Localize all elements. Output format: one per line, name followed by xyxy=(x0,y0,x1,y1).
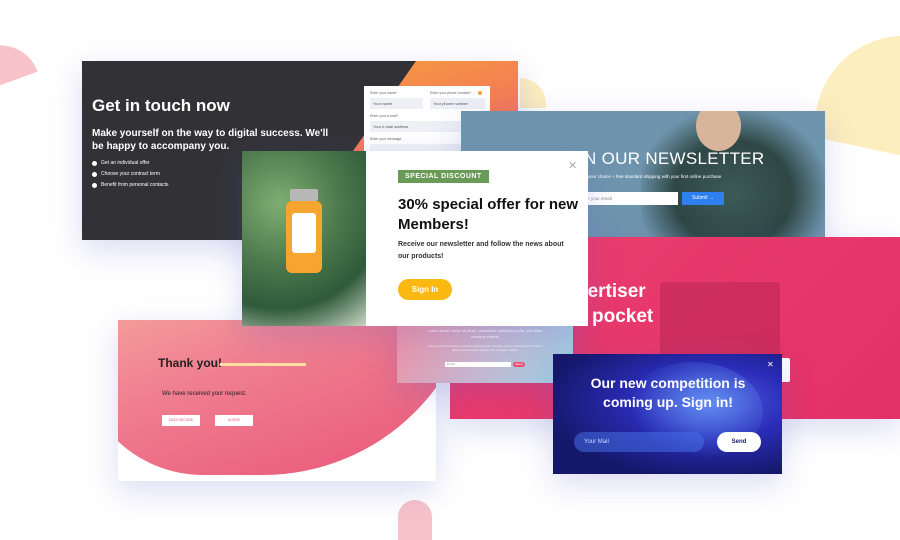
gradient-form-subtext: Lorem ipsum dolor sit amet, consetetur s… xyxy=(427,345,543,352)
thankyou-message: We have received your request. xyxy=(162,391,247,397)
competition-close-icon[interactable]: ✕ xyxy=(767,360,774,369)
bottle-cap xyxy=(290,189,318,201)
agree-button[interactable]: AGREE xyxy=(215,415,253,426)
newsletter-submit-button[interactable]: Submit → xyxy=(682,192,724,205)
phone-field[interactable]: Your phone number xyxy=(430,98,485,109)
thankyou-popup: Thank you! We have received your request… xyxy=(118,320,436,481)
contact-bullet-list: Get an individual offer Choose your cont… xyxy=(92,159,169,189)
newsletter-title: IN OUR NEWSLETTER xyxy=(579,149,765,168)
email-label: Enter your e-mail* xyxy=(370,114,399,118)
gradient-form-text: Lorem ipsum dolor sit amet, consetetur s… xyxy=(427,328,543,339)
competition-popup: ✕ Our new competition is coming up. Sign… xyxy=(553,354,782,474)
jacket-model-image xyxy=(641,111,825,249)
model-head xyxy=(696,111,741,151)
thankyou-underline xyxy=(220,363,306,366)
name-label: Enter your name* xyxy=(370,91,398,95)
check-icon xyxy=(92,171,97,177)
competition-email-input[interactable]: Your Mail xyxy=(574,432,704,452)
thankyou-gradient-shape xyxy=(118,320,436,475)
list-item: Benefit from personal contacts xyxy=(92,181,169,189)
name-field[interactable]: Your name xyxy=(370,98,423,109)
data-secure-button[interactable]: DATA SECURE xyxy=(162,415,200,426)
advertiser-headline-line2: pocket xyxy=(592,306,654,327)
thankyou-title: Thank you! xyxy=(158,356,223,370)
list-item: Get an individual offer xyxy=(92,159,169,167)
laptop-image xyxy=(660,282,780,362)
decor-pink-blob-bottom xyxy=(398,500,432,540)
special-discount-badge: SPECIAL DISCOUNT xyxy=(398,170,489,183)
contact-subtitle: Make yourself on the way to digital succ… xyxy=(92,128,329,152)
discount-title: 30% special offer for new Members! xyxy=(398,196,579,233)
check-icon xyxy=(92,160,97,166)
decor-pink-blob-left xyxy=(0,34,38,86)
competition-send-button[interactable]: Send xyxy=(717,432,761,452)
info-icon xyxy=(478,91,482,95)
phone-label: Enter your phone number* xyxy=(430,91,472,95)
competition-title: Our new competition is coming up. Sign i… xyxy=(590,375,746,410)
discount-popup: ✕ SPECIAL DISCOUNT 30% special offer for… xyxy=(242,151,588,326)
list-item: Choose your contract term xyxy=(92,170,169,178)
check-icon xyxy=(92,182,97,188)
contact-title: Get in touch now xyxy=(92,96,230,115)
gradient-form-input[interactable]: Email xyxy=(445,362,511,367)
gradient-form-send-button[interactable]: Send xyxy=(513,362,525,367)
juice-bottle-image xyxy=(242,151,366,326)
discount-body: Receive our newsletter and follow the ne… xyxy=(398,241,564,260)
message-label: Enter your message xyxy=(370,137,402,141)
decor-yellow-blob-mid xyxy=(520,78,546,108)
sign-in-button[interactable]: Sign In xyxy=(398,279,452,300)
newsletter-email-input[interactable]: nter your email xyxy=(579,192,678,205)
discount-close-icon[interactable]: ✕ xyxy=(568,159,577,172)
bottle-label xyxy=(292,213,316,253)
newsletter-subtitle: n of your choice + free standard shippin… xyxy=(579,174,722,179)
